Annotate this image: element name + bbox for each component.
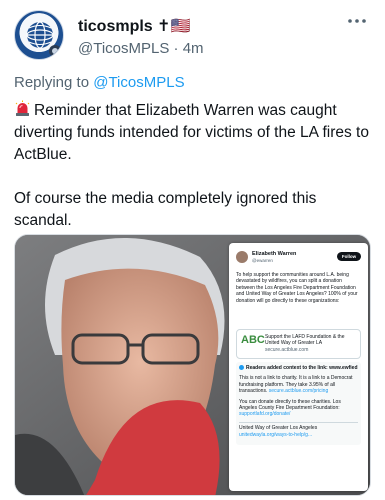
replying-to: Replying to @TicosMPLS	[14, 74, 185, 91]
handle[interactable]: @TicosMPLS	[78, 40, 169, 57]
note-paragraph-1: This is not a link to charity. It is a l…	[239, 375, 353, 395]
avatar[interactable]	[14, 10, 64, 60]
handle-line: @TicosMPLS · 4m	[78, 40, 204, 57]
tweet-header: ticosmpls ✝🇺🇸 @TicosMPLS · 4m	[14, 10, 371, 62]
tweet-text: Reminder that Elizabeth Warren was caugh…	[14, 100, 376, 232]
tweet-line-2: Of course the media completely ignored t…	[14, 190, 317, 229]
embed-link-card: ABC Support the LAFD Foundation & the Un…	[236, 329, 361, 359]
embed-card-text: Support the LAFD Foundation & the United…	[265, 334, 359, 353]
timestamp[interactable]: 4m	[183, 40, 204, 57]
tweet-line-1: Reminder that Elizabeth Warren was caugh…	[14, 102, 369, 163]
display-name[interactable]: ticosmpls ✝🇺🇸	[78, 16, 190, 36]
abc-logo: ABC	[241, 334, 265, 346]
embed-handle: @ewarren	[252, 258, 273, 263]
community-note: Readers added context to the link: www.e…	[236, 362, 361, 446]
embed-avatar	[236, 251, 248, 263]
note-paragraph-3: United Way of Greater Los Angeles united…	[239, 425, 318, 438]
embed-name: Elizabeth Warren	[252, 251, 297, 257]
community-notes-icon	[239, 365, 244, 370]
separator: ·	[173, 40, 179, 57]
embed-follow-button: Follow	[337, 252, 361, 261]
embed-card-url: secure.actblue.com	[265, 346, 309, 353]
embed-body: To help support the communities around L…	[236, 272, 358, 304]
police-siren-icon	[14, 100, 31, 117]
embedded-screenshot: Elizabeth Warren @ewarren Follow To help…	[229, 243, 368, 491]
tweet-media-image[interactable]: Elizabeth Warren @ewarren Follow To help…	[14, 234, 371, 496]
globe-logo-icon	[26, 21, 61, 57]
note-divider	[239, 421, 358, 423]
tweet-paragraph-1: Reminder that Elizabeth Warren was caugh…	[14, 100, 376, 166]
replying-prefix: Replying to	[14, 74, 90, 91]
note-paragraph-2: You can donate directly to these chariti…	[239, 398, 341, 418]
note-heading: Readers added context to the link: www.e…	[239, 365, 358, 371]
embed-card-title: Support the LAFD Foundation & the United…	[265, 334, 345, 347]
reply-mention-link[interactable]: @TicosMPLS	[93, 74, 184, 91]
more-horizontal-icon[interactable]	[345, 14, 369, 28]
